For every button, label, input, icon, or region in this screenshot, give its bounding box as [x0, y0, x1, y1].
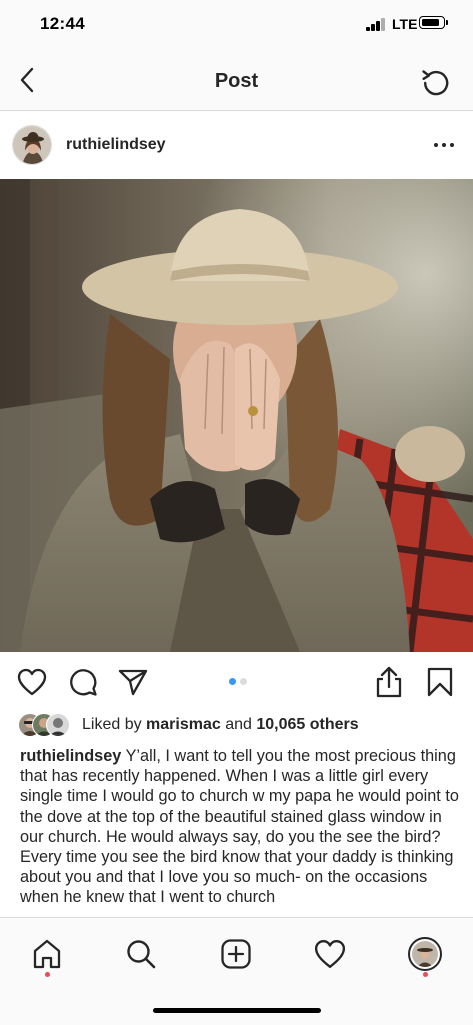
likes-text: Liked by marismac and 10,065 others	[82, 716, 359, 734]
status-time: 12:44	[40, 14, 85, 33]
author-avatar[interactable]	[12, 125, 52, 165]
tab-home[interactable]	[25, 932, 69, 976]
comment-icon	[70, 669, 97, 696]
carousel-dot	[240, 678, 247, 685]
network-type: LTE	[392, 16, 418, 32]
profile-notification-dot	[423, 972, 428, 977]
profile-avatar	[408, 937, 442, 971]
signal-strength-icon	[366, 17, 388, 31]
post-photo	[0, 179, 473, 652]
battery-icon	[419, 16, 448, 29]
carousel-dot	[229, 678, 236, 685]
tab-search[interactable]	[119, 932, 163, 976]
home-notification-dot	[45, 972, 50, 977]
avatar-image	[13, 126, 51, 164]
nav-header: Post	[0, 50, 473, 111]
send-button[interactable]	[115, 664, 151, 700]
status-bar: 12:44 LTE	[0, 0, 473, 50]
page-title: Post	[214, 70, 259, 92]
tab-profile[interactable]	[403, 932, 447, 976]
tab-activity[interactable]	[308, 932, 352, 976]
caption-username[interactable]: ruthielindsey	[20, 747, 121, 765]
search-icon	[127, 940, 156, 969]
liked-by-username[interactable]: marismac	[146, 716, 221, 733]
heart-icon	[17, 668, 47, 696]
bookmark-icon	[427, 667, 453, 697]
post-actions	[0, 652, 473, 712]
post-caption: ruthielindsey Y’all, I want to tell you …	[20, 746, 460, 916]
home-icon	[33, 939, 61, 969]
home-indicator	[153, 1008, 321, 1013]
likes-prefix: Liked by	[82, 716, 147, 733]
post-image[interactable]	[0, 179, 473, 652]
activity-heart-icon	[314, 940, 346, 968]
likes-conjunction: and	[220, 716, 257, 733]
caption-text: Y’all, I want to tell you the most preci…	[20, 747, 459, 907]
author-username[interactable]: ruthielindsey	[66, 136, 166, 154]
tab-new-post[interactable]	[214, 932, 258, 976]
upload-icon	[376, 666, 402, 698]
likes-summary[interactable]: Liked by marismac and 10,065 others	[18, 713, 468, 741]
refresh-button[interactable]	[418, 64, 454, 100]
comment-button[interactable]	[65, 664, 101, 700]
refresh-icon	[422, 70, 449, 96]
upload-button[interactable]	[371, 664, 407, 700]
liker-avatars	[18, 713, 76, 737]
more-horizontal-icon	[432, 143, 456, 147]
add-post-icon	[221, 939, 251, 969]
save-button[interactable]	[422, 664, 458, 700]
carousel-indicator	[227, 678, 249, 685]
like-button[interactable]	[14, 664, 50, 700]
share-send-icon	[118, 669, 148, 696]
likes-count[interactable]: 10,065 others	[256, 716, 358, 733]
post-header: ruthielindsey	[0, 111, 473, 179]
more-options-button[interactable]	[426, 133, 462, 157]
liker-avatar	[46, 713, 70, 737]
